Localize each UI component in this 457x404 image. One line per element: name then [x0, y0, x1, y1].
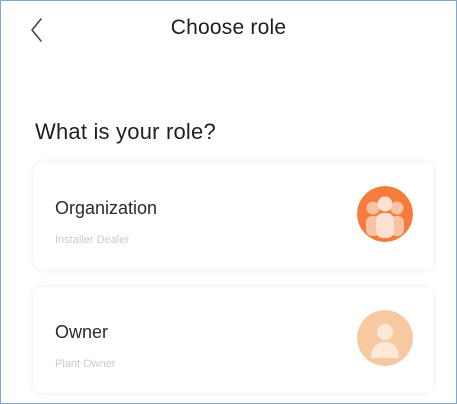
- role-subtitle-organization: Installer Dealer: [55, 234, 129, 246]
- role-card-organization[interactable]: Organization Installer Dealer: [34, 163, 433, 269]
- role-card-owner[interactable]: Owner Plant Owner: [34, 287, 433, 393]
- role-title-organization: Organization: [55, 198, 158, 218]
- group-icon: [357, 186, 413, 242]
- person-icon: [357, 310, 413, 366]
- role-question: What is your role?: [35, 119, 216, 144]
- role-subtitle-owner: Plant Owner: [55, 358, 116, 370]
- header: Choose role: [1, 1, 456, 57]
- role-title-owner: Owner: [55, 322, 109, 342]
- app-screen: Choose role What is your role? Organizat…: [0, 0, 457, 404]
- page-title: Choose role: [170, 16, 287, 39]
